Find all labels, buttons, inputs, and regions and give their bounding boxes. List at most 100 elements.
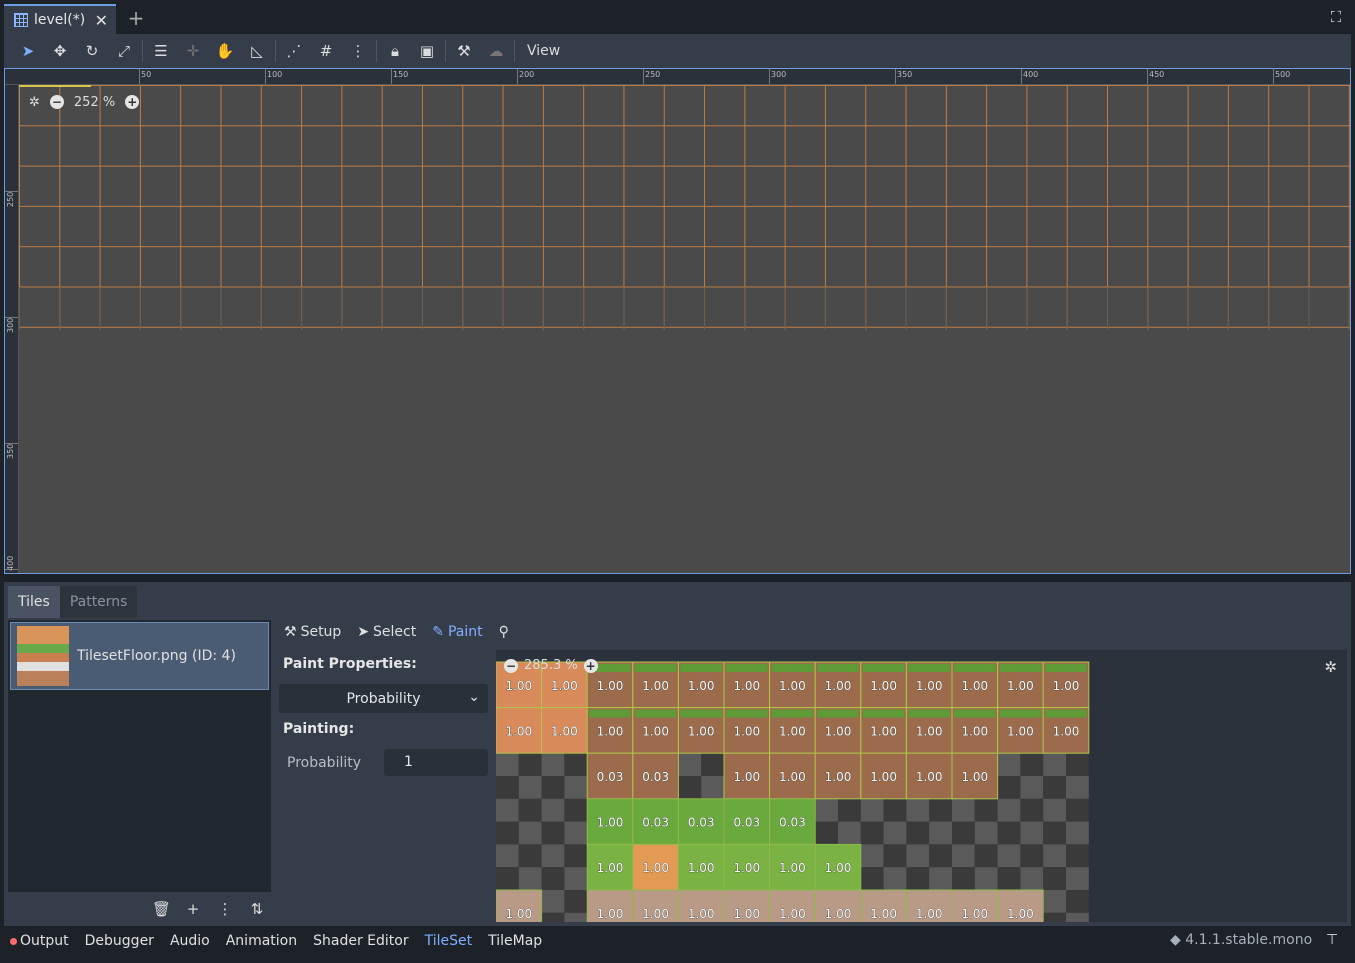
ruler-label: 100 — [267, 70, 283, 79]
select-mode-button[interactable]: ➤ Select — [357, 624, 416, 640]
tile-probability-label: 1.00 — [642, 679, 669, 693]
tile-atlas-view[interactable]: 1.00 1.00 1.00 1.00 1.00 1.00 1.00 1.00 1.00 1.00… — [496, 650, 1347, 922]
atlas-zoom-level[interactable]: 285.3 % — [524, 658, 578, 673]
tile-probability-label: 1.00 — [870, 770, 897, 784]
output-tab[interactable]: Output — [10, 933, 69, 949]
tile-probability-label: 1.00 — [779, 770, 806, 784]
shader-editor-tab[interactable]: Shader Editor — [313, 933, 408, 949]
grass-edge — [817, 664, 859, 672]
setup-mode-button[interactable]: ⚒ Setup — [284, 624, 341, 640]
center-view-icon[interactable]: ✲ — [1324, 658, 1337, 676]
zoom-level[interactable]: 252 % — [74, 95, 115, 110]
pivot-mode-icon[interactable]: ✛ — [177, 36, 209, 66]
grid-snap-icon[interactable]: # — [310, 36, 342, 66]
tile-probability-label: 1.00 — [825, 724, 852, 738]
vertical-ruler: 250 300 350 400 — [5, 85, 19, 573]
zoom-out-icon[interactable]: − — [504, 658, 518, 673]
animation-tab[interactable]: Animation — [226, 933, 297, 949]
select-mode-icon[interactable]: ➤ — [12, 36, 44, 66]
picker-icon[interactable]: ⚲ — [499, 624, 509, 640]
tile-probability-label: 1.00 — [642, 724, 669, 738]
grass-edge — [954, 709, 996, 718]
tile-probability-label: 1.00 — [688, 861, 715, 875]
tile-probability-label: 0.03 — [597, 770, 624, 784]
probability-label: Probability — [287, 754, 362, 771]
scene-tab-level[interactable]: level(*) ✕ — [4, 4, 116, 34]
scale-mode-icon[interactable]: ⤢ — [108, 36, 140, 66]
more-options-icon[interactable]: ⋮ — [342, 36, 374, 66]
tile-probability-label: 0.03 — [642, 770, 669, 784]
close-icon[interactable]: ✕ — [95, 11, 108, 30]
pan-mode-icon[interactable]: ✋ — [209, 36, 241, 66]
tile-probability-label: 1.00 — [779, 679, 806, 693]
tile-probability-label: 1.00 — [597, 724, 624, 738]
more-options-icon[interactable]: ⋮ — [216, 900, 234, 918]
paint-property-select[interactable]: Probability ⌄ — [279, 684, 488, 713]
rotate-mode-icon[interactable]: ↻ — [76, 36, 108, 66]
grass-edge — [817, 709, 859, 718]
toolbar-separator — [275, 40, 276, 62]
grass-edge — [680, 709, 722, 718]
bottom-dock-bar: Output Debugger Audio Animation Shader E… — [0, 926, 1355, 956]
tab-tiles[interactable]: Tiles — [8, 586, 60, 618]
paint-mode-button[interactable]: ✎ Paint — [432, 624, 482, 640]
zoom-out-icon[interactable]: − — [49, 95, 64, 109]
fullscreen-icon[interactable]: ⛶ — [1327, 8, 1345, 26]
paint-properties-label: Paint Properties: — [283, 656, 417, 672]
grass-edge — [634, 664, 677, 672]
tilemap-canvas[interactable]: ✲ − 252 % + — [19, 85, 1350, 573]
bone-icon[interactable]: ⚒ — [448, 36, 480, 66]
ruler-label: 200 — [519, 70, 535, 79]
tile-atlas[interactable]: 1.00 1.00 1.00 1.00 1.00 1.00 1.00 1.00 1.00 1.00… — [496, 650, 1347, 922]
tile-probability-label: 1.00 — [961, 770, 988, 784]
panel-tabs: Tiles Patterns — [8, 586, 138, 618]
tile-probability-label: 1.00 — [733, 724, 760, 738]
tilemap-tab[interactable]: TileMap — [488, 933, 542, 949]
audio-tab[interactable]: Audio — [170, 933, 210, 949]
add-icon[interactable]: + — [184, 900, 202, 918]
painting-label: Painting: — [283, 721, 355, 737]
lock-icon[interactable]: 🔒︎ — [379, 36, 411, 66]
tile-probability-label: 1.00 — [961, 724, 988, 738]
tile-probability-label: 1.00 — [688, 907, 715, 921]
pin-panel-icon[interactable]: ⊤ — [1326, 932, 1338, 948]
grass-edge — [771, 664, 814, 672]
ruler-label: 250 — [645, 70, 661, 79]
ruler-label: 300 — [771, 70, 787, 79]
tile-probability-label: 1.00 — [733, 679, 760, 693]
group-icon[interactable]: ▣ — [411, 36, 443, 66]
tile-probability-label: 1.00 — [1053, 679, 1080, 693]
tab-patterns[interactable]: Patterns — [59, 586, 138, 618]
smart-snap-icon[interactable]: ⋰ — [278, 36, 310, 66]
tileset-source-item[interactable]: TilesetFloor.png (ID: 4) — [10, 622, 269, 690]
zoom-in-icon[interactable]: + — [583, 658, 598, 673]
toolbar-separator — [142, 40, 143, 62]
tileset-thumbnail — [17, 626, 69, 686]
zoom-in-icon[interactable]: + — [125, 95, 140, 109]
skeleton-icon[interactable]: ☁ — [480, 36, 512, 66]
toolbar-separator — [514, 40, 515, 62]
list-select-icon[interactable]: ☰ — [145, 36, 177, 66]
version-label: ◆ 4.1.1.stable.mono — [1170, 932, 1312, 948]
probability-input[interactable]: 1 — [384, 749, 488, 776]
tile-probability-label: 1.00 — [916, 679, 943, 693]
grass-edge — [862, 664, 905, 672]
ruler-label: 350 — [897, 70, 913, 79]
horizontal-ruler: 50 100 150 200 250 300 350 400 450 500 — [5, 69, 1350, 85]
move-mode-icon[interactable]: ✥ — [44, 36, 76, 66]
ruler-mode-icon[interactable]: ◺ — [241, 36, 273, 66]
view-menu-button[interactable]: View — [517, 36, 570, 66]
scene-tab-bar: level(*) ✕ + ⛶ — [0, 0, 1355, 34]
grass-edge — [908, 709, 950, 718]
delete-icon[interactable]: 🗑︎ — [152, 900, 171, 918]
tile-probability-label: 1.00 — [1007, 724, 1034, 738]
sort-icon[interactable]: ⇅ — [248, 900, 266, 918]
center-view-icon[interactable]: ✲ — [29, 95, 40, 110]
tile-probability-label: 1.00 — [597, 679, 624, 693]
canvas-viewport[interactable]: 50 100 150 200 250 300 350 400 450 500 2… — [4, 68, 1351, 574]
add-tab-icon[interactable]: + — [126, 6, 146, 30]
tile-probability-label: 1.00 — [870, 907, 897, 921]
tileset-tab[interactable]: TileSet — [425, 933, 473, 949]
debugger-tab[interactable]: Debugger — [85, 933, 154, 949]
tile-probability-label: 1.00 — [779, 907, 806, 921]
